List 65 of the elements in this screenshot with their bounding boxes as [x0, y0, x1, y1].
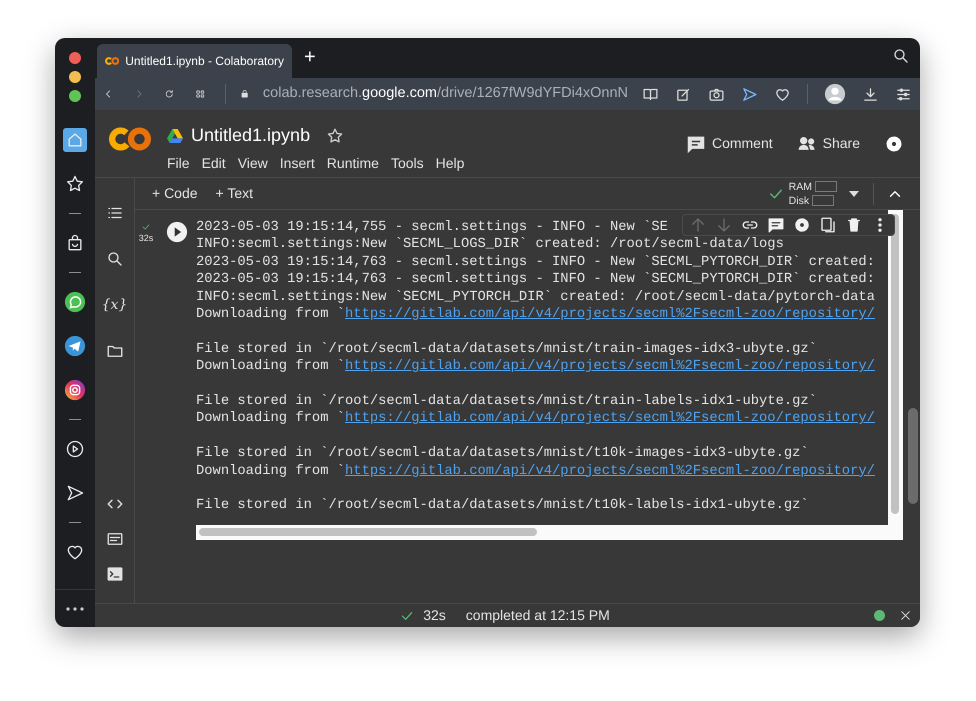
output-line: File stored in `/root/secml-data/datasets/mnist/t10k-images-idx3-ubyte.gz` — [196, 445, 809, 463]
output-line: File stored in `/root/secml-data/datasets/mnist/train-labels-idx1-ubyte.gz` — [196, 393, 817, 410]
menu-item[interactable]: Tools — [390, 153, 430, 174]
avatar-icon[interactable] — [824, 83, 846, 105]
minimize-window-button[interactable] — [69, 71, 81, 83]
caret-icon[interactable] — [849, 190, 859, 196]
menu-item[interactable]: View — [238, 153, 274, 174]
new-tab-button[interactable]: + — [304, 42, 316, 72]
output-line: File stored in `/root/secml-data/datasets/mnist/train-images-idx3-ubyte.gz` — [196, 340, 817, 358]
vertical-scrollbar[interactable] — [888, 210, 903, 525]
add-text-button[interactable]: + Text — [216, 183, 254, 204]
execution-time: 32s — [138, 232, 154, 245]
connection-status-icon — [874, 610, 885, 621]
copy-icon[interactable] — [818, 216, 836, 234]
menu-item[interactable]: Help — [436, 153, 470, 174]
settings-icon[interactable] — [792, 216, 810, 234]
menu-item[interactable]: Runtime — [326, 153, 385, 174]
check-icon — [141, 222, 151, 232]
search-icon[interactable] — [892, 46, 910, 65]
close-icon[interactable] — [899, 609, 912, 622]
comment-button[interactable]: Comment — [686, 133, 773, 154]
paper-plane-app-icon[interactable] — [64, 335, 86, 357]
browser-tab[interactable]: Untitled1.ipynb - Colaboratory — [97, 44, 292, 78]
output-link[interactable]: https://gitlab.com/api/v4/projects/secml%2Fsecml-zoo/repository/ — [345, 359, 875, 374]
output-line: Downloading from `https://gitlab.com/api/v4/projects/secml%2Fsecml-zoo/repository/ — [196, 410, 875, 428]
notebook-title[interactable]: Untitled1.ipynb — [191, 122, 310, 149]
terminal-icon[interactable] — [106, 564, 124, 582]
camera-app-icon[interactable] — [64, 379, 86, 401]
output-line: INFO:secml.settings:New `SECML_LOGS_DIR` created: /root/secml-data/logs — [196, 236, 784, 254]
output-line: Downloading from `https://gitlab.com/api/v4/projects/secml%2Fsecml-zoo/repository/ — [196, 462, 875, 480]
star-icon[interactable] — [326, 126, 344, 144]
home-icon[interactable] — [63, 128, 87, 152]
output-line: INFO:secml.settings:New `SECML_PYTORCH_DIR` created: /root/secml-data/pytorch-data — [196, 288, 875, 306]
output-link[interactable]: https://gitlab.com/api/v4/projects/secml%2Fsecml-zoo/repository/ — [345, 464, 875, 479]
output-line: Downloading from `https://gitlab.com/api/v4/projects/secml%2Fsecml-zoo/repository/ — [196, 306, 875, 324]
output-line: 2023-05-03 19:15:14,763 - secml.settings - INFO - New `SECML_PYTORCH_DIR` created: — [196, 254, 875, 272]
colab-logo — [109, 126, 151, 152]
settings-icon[interactable] — [884, 134, 904, 154]
drive-icon — [167, 128, 183, 142]
comment-icon[interactable] — [766, 216, 784, 234]
chat-app-icon[interactable] — [64, 291, 86, 313]
close-window-button[interactable] — [69, 52, 81, 64]
share-button[interactable]: Share — [796, 133, 860, 154]
output-line: 2023-05-03 19:15:14,763 - secml.settings - INFO - New `SECML_PYTORCH_DIR` created: — [196, 271, 875, 289]
output-link[interactable]: https://gitlab.com/api/v4/projects/secml%2Fsecml-zoo/repository/ — [345, 411, 875, 426]
variables-button[interactable]: {x} — [102, 294, 128, 316]
download-icon[interactable] — [862, 86, 880, 102]
status-text: completed at 12:15 PM — [466, 606, 610, 625]
search-icon[interactable] — [106, 250, 124, 268]
run-button[interactable] — [166, 221, 188, 243]
horizontal-scrollbar[interactable] — [196, 525, 903, 540]
output-line: File stored in `/root/secml-data/datasets/mnist/t10k-labels-idx1-ubyte.gz` — [196, 497, 809, 515]
output-link[interactable]: https://gitlab.com/api/v4/projects/secml%2Fsecml-zoo/repository/ — [345, 307, 875, 322]
output-line: 2023-05-03 19:15:14,755 - secml.settings - INFO - New `SE — [196, 219, 668, 236]
resource-monitor[interactable]: RAM Disk — [788, 180, 837, 208]
menu-item[interactable]: Edit — [202, 153, 232, 174]
menu-item[interactable]: Insert — [280, 153, 321, 174]
comment-icon — [686, 134, 706, 154]
execution-time: 32s — [423, 606, 446, 625]
add-code-button[interactable]: + Code — [152, 183, 198, 204]
output-line: Downloading from `https://gitlab.com/api/v4/projects/secml%2Fsecml-zoo/repository/ — [196, 358, 875, 376]
zoom-window-button[interactable] — [69, 90, 81, 102]
sliders-icon[interactable] — [895, 86, 912, 102]
colab-logo — [105, 56, 120, 66]
menu-item[interactable]: File — [167, 153, 196, 174]
